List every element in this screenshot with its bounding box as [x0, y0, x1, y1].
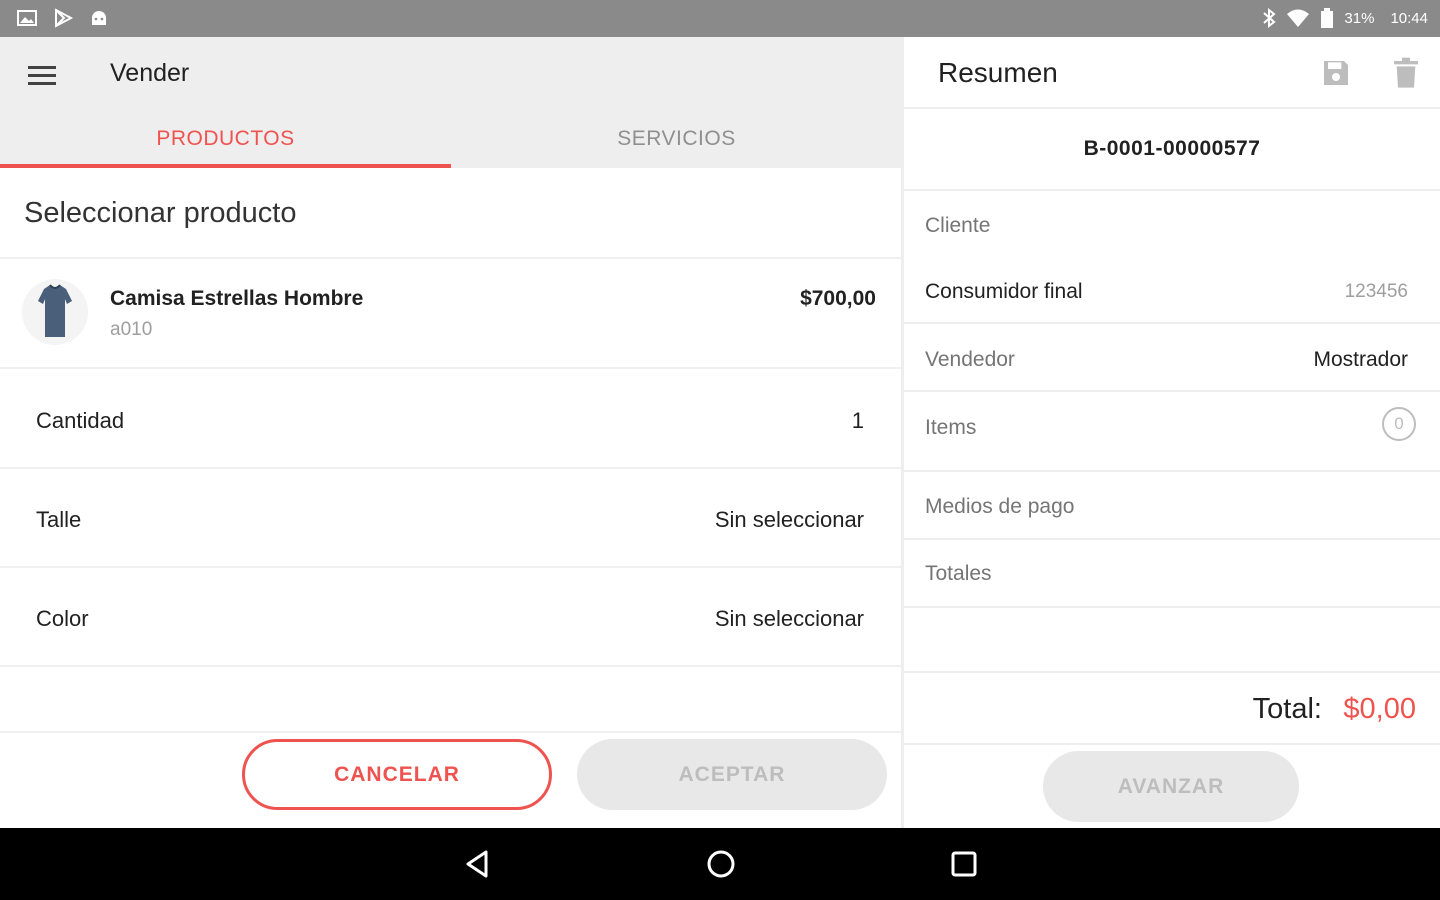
totals-row[interactable]: Totales — [904, 540, 1440, 606]
cancel-button[interactable]: CANCELAR — [242, 739, 552, 810]
size-field[interactable]: Talle Sin seleccionar — [0, 471, 902, 568]
payment-methods-label: Medios de pago — [925, 495, 1075, 518]
divider — [904, 606, 1440, 608]
totals-label: Totales — [925, 562, 992, 585]
page-title: Vender — [110, 59, 190, 87]
advance-button[interactable]: AVANZAR — [1043, 751, 1299, 822]
battery-icon — [1321, 8, 1334, 28]
recents-icon[interactable] — [946, 846, 982, 882]
navigation-bar — [0, 828, 1440, 900]
section-title: Seleccionar producto — [24, 197, 297, 229]
menu-icon — [28, 65, 56, 69]
product-row[interactable]: Camisa Estrellas Hombre a010 $700,00 — [0, 259, 902, 369]
accept-button[interactable]: ACEPTAR — [577, 739, 887, 810]
divider — [0, 566, 902, 568]
clock: 10:44 — [1390, 9, 1428, 27]
product-price: $700,00 — [800, 287, 876, 310]
color-field[interactable]: Color Sin seleccionar — [0, 570, 902, 667]
total-label: Total: — [1252, 693, 1322, 725]
divider — [0, 731, 902, 733]
client-name: Consumidor final — [925, 280, 1083, 303]
items-count-badge: 0 — [1382, 407, 1416, 441]
total-value: $0,00 — [1343, 693, 1416, 725]
battery-level: 31% — [1344, 9, 1375, 27]
home-icon[interactable] — [703, 846, 739, 882]
invoice-number: B-0001-00000577 — [1083, 137, 1261, 160]
notification-icons — [16, 8, 110, 28]
items-row[interactable]: Items — [904, 392, 1440, 470]
size-value: Sin seleccionar — [714, 507, 864, 532]
client-row[interactable]: Consumidor final 123456 — [904, 262, 1440, 322]
trash-icon[interactable] — [1392, 57, 1420, 89]
product-image — [22, 279, 88, 345]
divider — [0, 367, 902, 369]
color-label: Color — [36, 606, 89, 631]
product-name: Camisa Estrellas Hombre — [110, 287, 364, 310]
app-bar: Vender PRODUCTOS SERVICIOS — [0, 37, 902, 168]
seller-label: Vendedor — [925, 348, 1015, 371]
divider — [904, 107, 1440, 109]
android-icon — [92, 11, 106, 25]
color-value: Sin seleccionar — [714, 606, 864, 631]
payment-methods-row[interactable]: Medios de pago — [904, 472, 1440, 538]
quantity-field[interactable]: Cantidad 1 — [0, 372, 902, 469]
sell-pane: Vender PRODUCTOS SERVICIOS Seleccionar p… — [0, 37, 902, 828]
back-icon[interactable] — [460, 846, 496, 882]
seller-value: Mostrador — [1313, 348, 1408, 371]
product-code: a010 — [110, 319, 153, 340]
summary-title: Resumen — [938, 57, 1058, 88]
divider — [904, 743, 1440, 745]
divider — [904, 189, 1440, 191]
status-bar: 31% 10:44 — [0, 0, 1440, 37]
quantity-label: Cantidad — [36, 408, 125, 433]
wifi-icon — [1287, 9, 1310, 27]
system-status: 31% 10:44 — [1262, 8, 1428, 28]
image-icon — [17, 10, 37, 26]
size-label: Talle — [36, 507, 82, 532]
shirt-icon — [38, 284, 72, 337]
menu-button[interactable] — [22, 57, 62, 93]
bluetooth-icon — [1263, 8, 1276, 28]
client-label: Cliente — [925, 214, 991, 237]
seller-row[interactable]: Vendedor Mostrador — [904, 324, 1440, 390]
quantity-value: 1 — [851, 408, 864, 433]
tab-servicios[interactable]: SERVICIOS — [451, 117, 902, 168]
items-label: Items — [925, 416, 977, 439]
divider — [904, 671, 1440, 673]
divider — [0, 665, 902, 667]
summary-pane: Resumen B-0001-00000577 Cliente Consumid… — [904, 37, 1440, 828]
tab-productos[interactable]: PRODUCTOS — [0, 117, 451, 168]
play-store-icon — [55, 8, 74, 28]
divider — [0, 467, 902, 469]
client-code: 123456 — [1344, 281, 1408, 302]
save-icon[interactable] — [1320, 57, 1352, 89]
